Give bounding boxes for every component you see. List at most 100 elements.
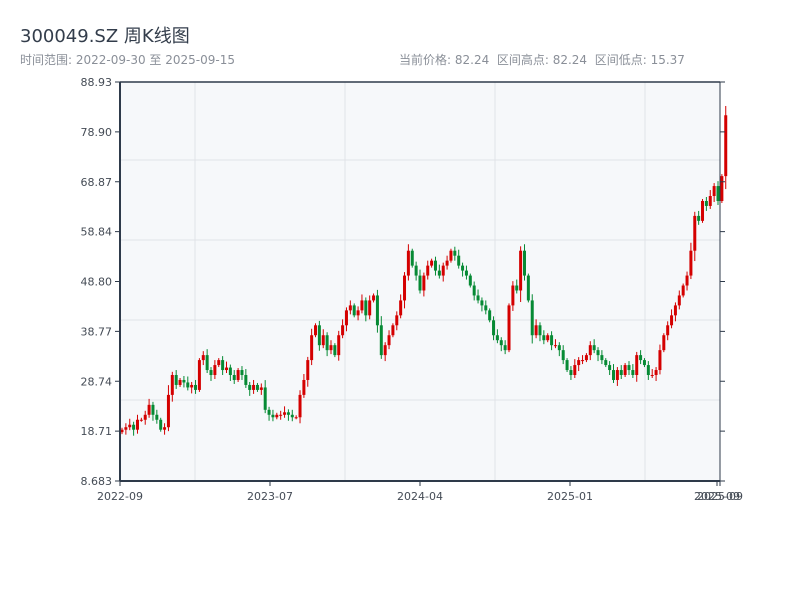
candlestick-chart: 88.93 78.90 68.87 58.84 48.80 38.77 28.74 18.71… <box>81 76 743 503</box>
candle-body <box>317 325 321 346</box>
candle-body <box>321 335 325 346</box>
candle-body <box>387 335 391 346</box>
candle-body <box>213 365 217 376</box>
candle-body <box>522 250 526 276</box>
candle-body <box>197 360 201 390</box>
candle-body <box>329 345 333 351</box>
candle-body <box>267 409 271 415</box>
candle-body <box>275 414 279 418</box>
y-tick-label: 48.80 <box>81 276 113 289</box>
candle-body <box>395 315 399 326</box>
candle-body <box>294 417 298 419</box>
candle-body <box>352 305 356 316</box>
candle-body <box>279 414 283 416</box>
y-tick-label: 18.71 <box>81 425 113 438</box>
candle-body <box>364 300 368 316</box>
y-tick-label: 8.683 <box>81 475 113 488</box>
candle-body <box>677 295 681 306</box>
x-tick-label: 2025-09 <box>697 490 743 503</box>
candle-body <box>604 360 608 366</box>
candle-body <box>577 360 581 366</box>
candle-body <box>612 370 616 380</box>
candle-body <box>379 325 383 356</box>
candle-body <box>464 270 468 276</box>
candle-body <box>228 367 232 376</box>
candle-body <box>437 270 441 276</box>
candle-body <box>124 427 128 430</box>
candle-body <box>550 335 554 346</box>
candle-body <box>174 375 178 385</box>
y-tick-label: 28.74 <box>81 375 113 388</box>
candle-body <box>492 320 496 336</box>
candle-body <box>449 250 453 261</box>
candle-body <box>681 285 685 296</box>
candle-body <box>410 250 414 266</box>
candle-body <box>418 275 422 291</box>
candle-body <box>519 250 523 291</box>
candle-body <box>701 200 705 221</box>
candle-body <box>151 404 155 415</box>
candle-body <box>283 412 287 415</box>
candle-body <box>704 200 708 206</box>
candle-body <box>221 360 225 371</box>
candle-body <box>716 186 720 201</box>
candle-body <box>310 335 314 361</box>
candle-body <box>147 404 151 415</box>
candle-body <box>689 250 693 276</box>
candle-body <box>263 387 267 410</box>
y-tick-label: 58.84 <box>81 226 113 239</box>
candle-body <box>488 310 492 321</box>
candle-body <box>708 196 712 206</box>
y-tick-label: 68.87 <box>81 176 113 189</box>
candle-body <box>480 300 484 306</box>
candle-body <box>368 300 372 316</box>
candle-body <box>642 360 646 366</box>
candle-body <box>557 345 561 351</box>
candle-body <box>433 260 437 271</box>
candle-body <box>646 365 650 376</box>
candle-body <box>298 394 302 418</box>
candle-body <box>186 382 190 388</box>
candle-body <box>217 360 221 366</box>
candle-body <box>635 355 639 376</box>
candle-body <box>360 300 364 311</box>
candle-body <box>271 414 275 418</box>
candle-body <box>155 414 159 420</box>
candle-body <box>236 370 240 380</box>
candle-body <box>194 384 198 390</box>
candle-body <box>546 335 550 341</box>
candle-body <box>573 365 577 376</box>
candle-body <box>658 350 662 371</box>
candle-body <box>286 412 290 415</box>
candle-body <box>457 255 461 266</box>
candle-body <box>166 394 170 428</box>
candle-body <box>178 379 182 385</box>
candle-body <box>445 260 449 266</box>
candle-body <box>619 370 623 376</box>
candle-body <box>333 345 337 356</box>
candle-body <box>325 335 329 351</box>
candle-body <box>639 355 643 361</box>
candle-body <box>182 379 186 383</box>
candle-body <box>526 275 530 301</box>
candle-body <box>581 360 585 362</box>
candle-body <box>414 265 418 276</box>
candle-body <box>406 250 410 276</box>
candle-body <box>190 384 194 388</box>
x-tick-label: 2023-07 <box>247 490 293 503</box>
candle-body <box>252 384 256 390</box>
candle-body <box>426 265 430 276</box>
candle-body <box>584 355 588 361</box>
candle-body <box>534 325 538 336</box>
candle-body <box>596 350 600 356</box>
candle-body <box>476 295 480 301</box>
candle-body <box>600 355 604 361</box>
candle-body <box>348 305 352 311</box>
candle-body <box>399 300 403 316</box>
candle-body <box>403 275 407 301</box>
candle-body <box>128 424 132 428</box>
candle-body <box>240 370 244 376</box>
candle-body <box>693 215 697 251</box>
candle-body <box>201 355 205 361</box>
candle-body <box>654 370 658 376</box>
